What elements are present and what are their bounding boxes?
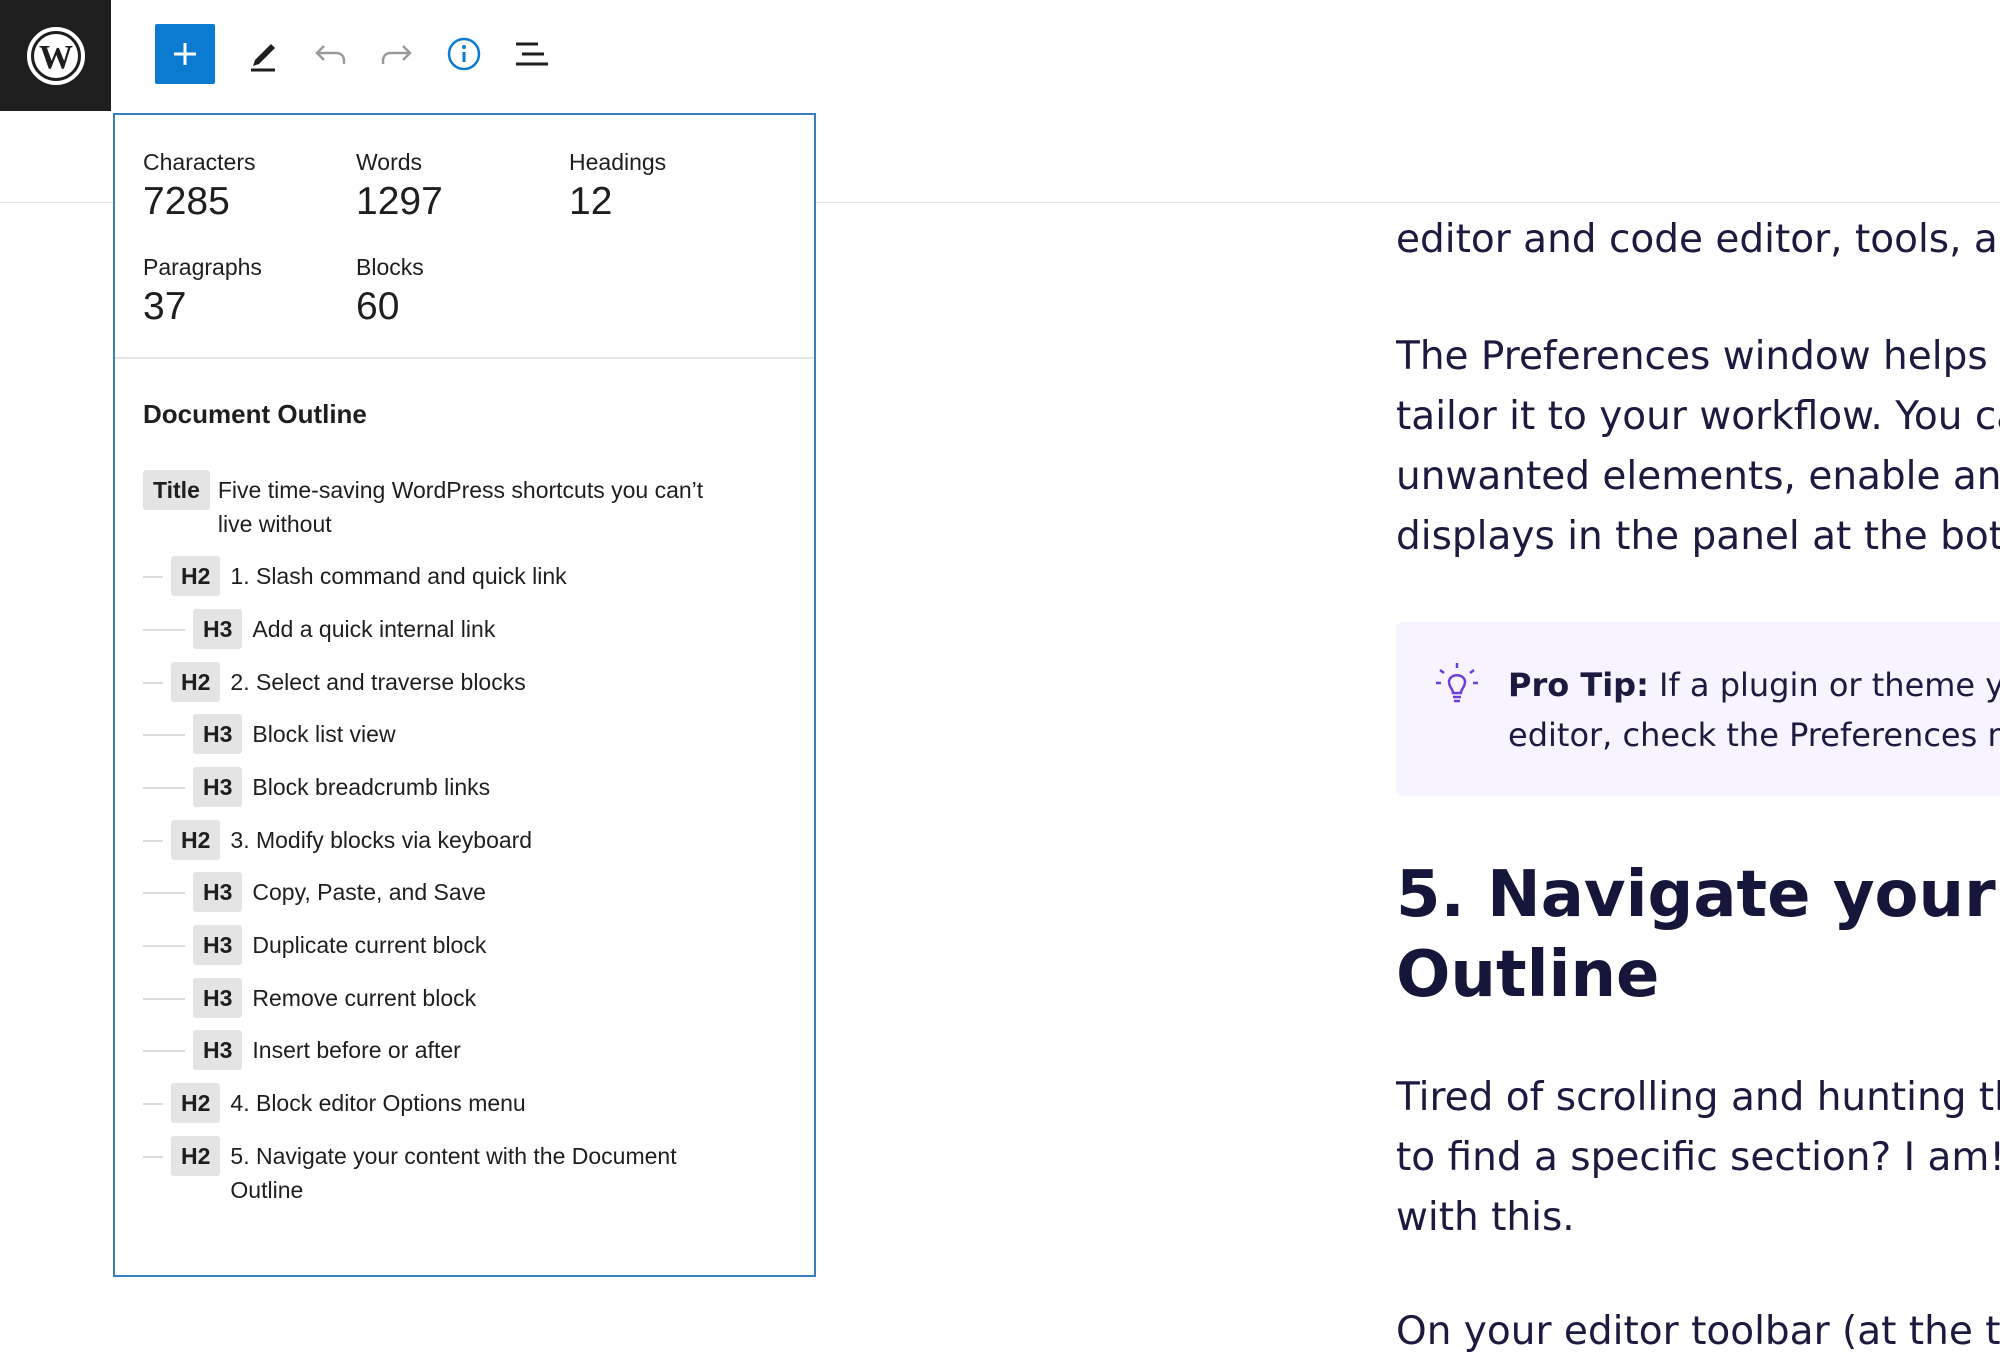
redo-icon bbox=[381, 45, 412, 64]
outline-level-badge: H3 bbox=[193, 1030, 243, 1070]
outline-item-text: 3. Modify blocks via keyboard bbox=[230, 827, 533, 853]
outline-item-text: Remove current block bbox=[252, 985, 477, 1011]
outline-level-badge: H3 bbox=[193, 609, 243, 649]
outline-item-h3[interactable]: H3 Remove current block bbox=[143, 978, 476, 1018]
outline-text-line: Five time-saving WordPress shortcuts you… bbox=[217, 477, 704, 503]
stat-value: 37 bbox=[143, 285, 187, 328]
undo-button[interactable] bbox=[300, 24, 360, 84]
outline-text-line: Outline bbox=[230, 1177, 304, 1203]
outline-item-h3[interactable]: H3 Block list view bbox=[143, 714, 396, 754]
outline-item-text: Add a quick internal link bbox=[252, 616, 496, 642]
plus-icon bbox=[174, 43, 196, 65]
redo-button[interactable] bbox=[367, 24, 427, 84]
outline-item-text: Block breadcrumb links bbox=[252, 774, 491, 800]
paragraph-line: Tired of scrolling and hunting th bbox=[1396, 1075, 2000, 1120]
stat-label: Blocks bbox=[356, 254, 424, 280]
stat-value: 60 bbox=[356, 285, 400, 328]
paragraph-line: tailor it to your workflow. You ca bbox=[1396, 394, 2000, 439]
undo-icon bbox=[315, 45, 346, 64]
paragraph-line: The Preferences window helps bbox=[1396, 334, 1988, 379]
outline-level-badge: H2 bbox=[171, 820, 221, 860]
outline-level-badge: H2 bbox=[171, 1083, 221, 1123]
outline-item-text: Insert before or after bbox=[252, 1037, 461, 1063]
outline-item-h3[interactable]: H3 Add a quick internal link bbox=[143, 609, 495, 649]
paragraph-line: displays in the panel at the bott bbox=[1396, 514, 2000, 559]
outline-item-text: Copy, Paste, and Save bbox=[252, 879, 486, 905]
pencil-icon bbox=[251, 44, 275, 72]
info-icon bbox=[447, 37, 481, 71]
outline-item-h3[interactable]: H3 Insert before or after bbox=[143, 1030, 461, 1070]
document-stats: Characters 7285 Words 1297 Headings 12 P… bbox=[115, 115, 814, 359]
pro-tip-line: editor, check the Preferences me bbox=[1508, 716, 2000, 754]
pro-tip-label: Pro Tip: bbox=[1508, 666, 1649, 704]
stat-words: Words 1297 bbox=[356, 148, 443, 226]
pro-tip-text: Pro Tip: If a plugin or theme you’ edito… bbox=[1508, 660, 2000, 760]
outline-level-badge: H3 bbox=[193, 925, 243, 965]
paragraph-line: with this. bbox=[1396, 1195, 1575, 1240]
outline-level-badge: H3 bbox=[193, 714, 243, 754]
outline-level-badge: H2 bbox=[171, 556, 221, 596]
lightbulb-icon bbox=[1436, 663, 1478, 703]
post-content: editor and code editor, tools, ar The Pr… bbox=[1396, 0, 2000, 1371]
paragraph-line: unwanted elements, enable and bbox=[1396, 454, 2000, 499]
outline-item-h2[interactable]: H2 4. Block editor Options menu bbox=[143, 1083, 526, 1123]
outline-item-h2[interactable]: H2 1. Slash command and quick link bbox=[143, 556, 567, 596]
list-view-icon bbox=[516, 42, 548, 66]
outline-item-text: Block list view bbox=[252, 721, 396, 747]
list-view-button[interactable] bbox=[502, 24, 562, 84]
stat-label: Characters bbox=[143, 149, 256, 175]
stat-value: 12 bbox=[569, 180, 613, 223]
stat-value: 7285 bbox=[143, 180, 230, 223]
paragraph-fragment: editor and code editor, tools, ar bbox=[1396, 217, 2000, 262]
section-heading-line: Outline bbox=[1396, 938, 1660, 1012]
outline-level-badge: Title bbox=[143, 470, 210, 510]
stat-paragraphs: Paragraphs 37 bbox=[143, 253, 262, 331]
outline-item-h2[interactable]: H2 2. Select and traverse blocks bbox=[143, 662, 526, 702]
section-heading: 5. Navigate your con Outline bbox=[1396, 855, 2000, 1015]
outline-item-text: 1. Slash command and quick link bbox=[230, 563, 567, 589]
pro-tip-line: If a plugin or theme you’ bbox=[1659, 666, 2000, 704]
outline-item-text: 5. Navigate your content with the Docume… bbox=[230, 1136, 750, 1207]
svg-text:W: W bbox=[39, 39, 73, 76]
outline-level-badge: H2 bbox=[171, 662, 221, 702]
pro-tip-callout: Pro Tip: If a plugin or theme you’ edito… bbox=[1396, 622, 2000, 796]
details-button[interactable] bbox=[434, 24, 494, 84]
outline-level-badge: H3 bbox=[193, 978, 243, 1018]
outline-item-text: Five time-saving WordPress shortcuts you… bbox=[218, 470, 778, 541]
document-details-popover: Characters 7285 Words 1297 Headings 12 P… bbox=[113, 113, 816, 1277]
stat-value: 1297 bbox=[356, 180, 443, 223]
stat-label: Headings bbox=[569, 149, 667, 175]
outline-item-h3[interactable]: H3 Duplicate current block bbox=[143, 925, 486, 965]
stat-label: Paragraphs bbox=[143, 254, 262, 280]
document-outline-title: Document Outline bbox=[143, 399, 367, 429]
outline-level-badge: H2 bbox=[171, 1136, 221, 1176]
stat-headings: Headings 12 bbox=[569, 148, 666, 226]
paragraph-line: to find a specific section? I am! bbox=[1396, 1135, 2000, 1180]
paragraph-line: On your editor toolbar (at the to bbox=[1396, 1309, 2000, 1354]
outline-level-badge: H3 bbox=[193, 767, 243, 807]
tools-button[interactable] bbox=[233, 24, 293, 84]
outline-text-line: 5. Navigate your content with the Docume… bbox=[230, 1143, 677, 1169]
outline-item-h3[interactable]: H3 Block breadcrumb links bbox=[143, 767, 490, 807]
outline-item-text: 2. Select and traverse blocks bbox=[230, 669, 526, 695]
outline-item-h3[interactable]: H3 Copy, Paste, and Save bbox=[143, 872, 486, 912]
stat-characters: Characters 7285 bbox=[143, 148, 255, 226]
outline-item-text: Duplicate current block bbox=[252, 932, 487, 958]
add-block-button[interactable] bbox=[155, 24, 215, 84]
wordpress-logo-button[interactable]: W bbox=[0, 0, 111, 111]
outline-level-badge: H3 bbox=[193, 872, 243, 912]
wordpress-logo: W bbox=[26, 26, 85, 85]
stat-label: Words bbox=[356, 149, 423, 175]
outline-item-text: 4. Block editor Options menu bbox=[230, 1090, 526, 1116]
outline-item-h2[interactable]: H2 5. Navigate your content with the Doc… bbox=[143, 1136, 750, 1207]
section-heading-line: 5. Navigate your con bbox=[1396, 858, 2000, 932]
stat-blocks: Blocks 60 bbox=[356, 253, 424, 331]
outline-text-line: live without bbox=[217, 511, 332, 537]
outline-item-title[interactable]: Title Five time-saving WordPress shortcu… bbox=[143, 470, 778, 541]
outline-item-h2[interactable]: H2 3. Modify blocks via keyboard bbox=[143, 820, 532, 860]
